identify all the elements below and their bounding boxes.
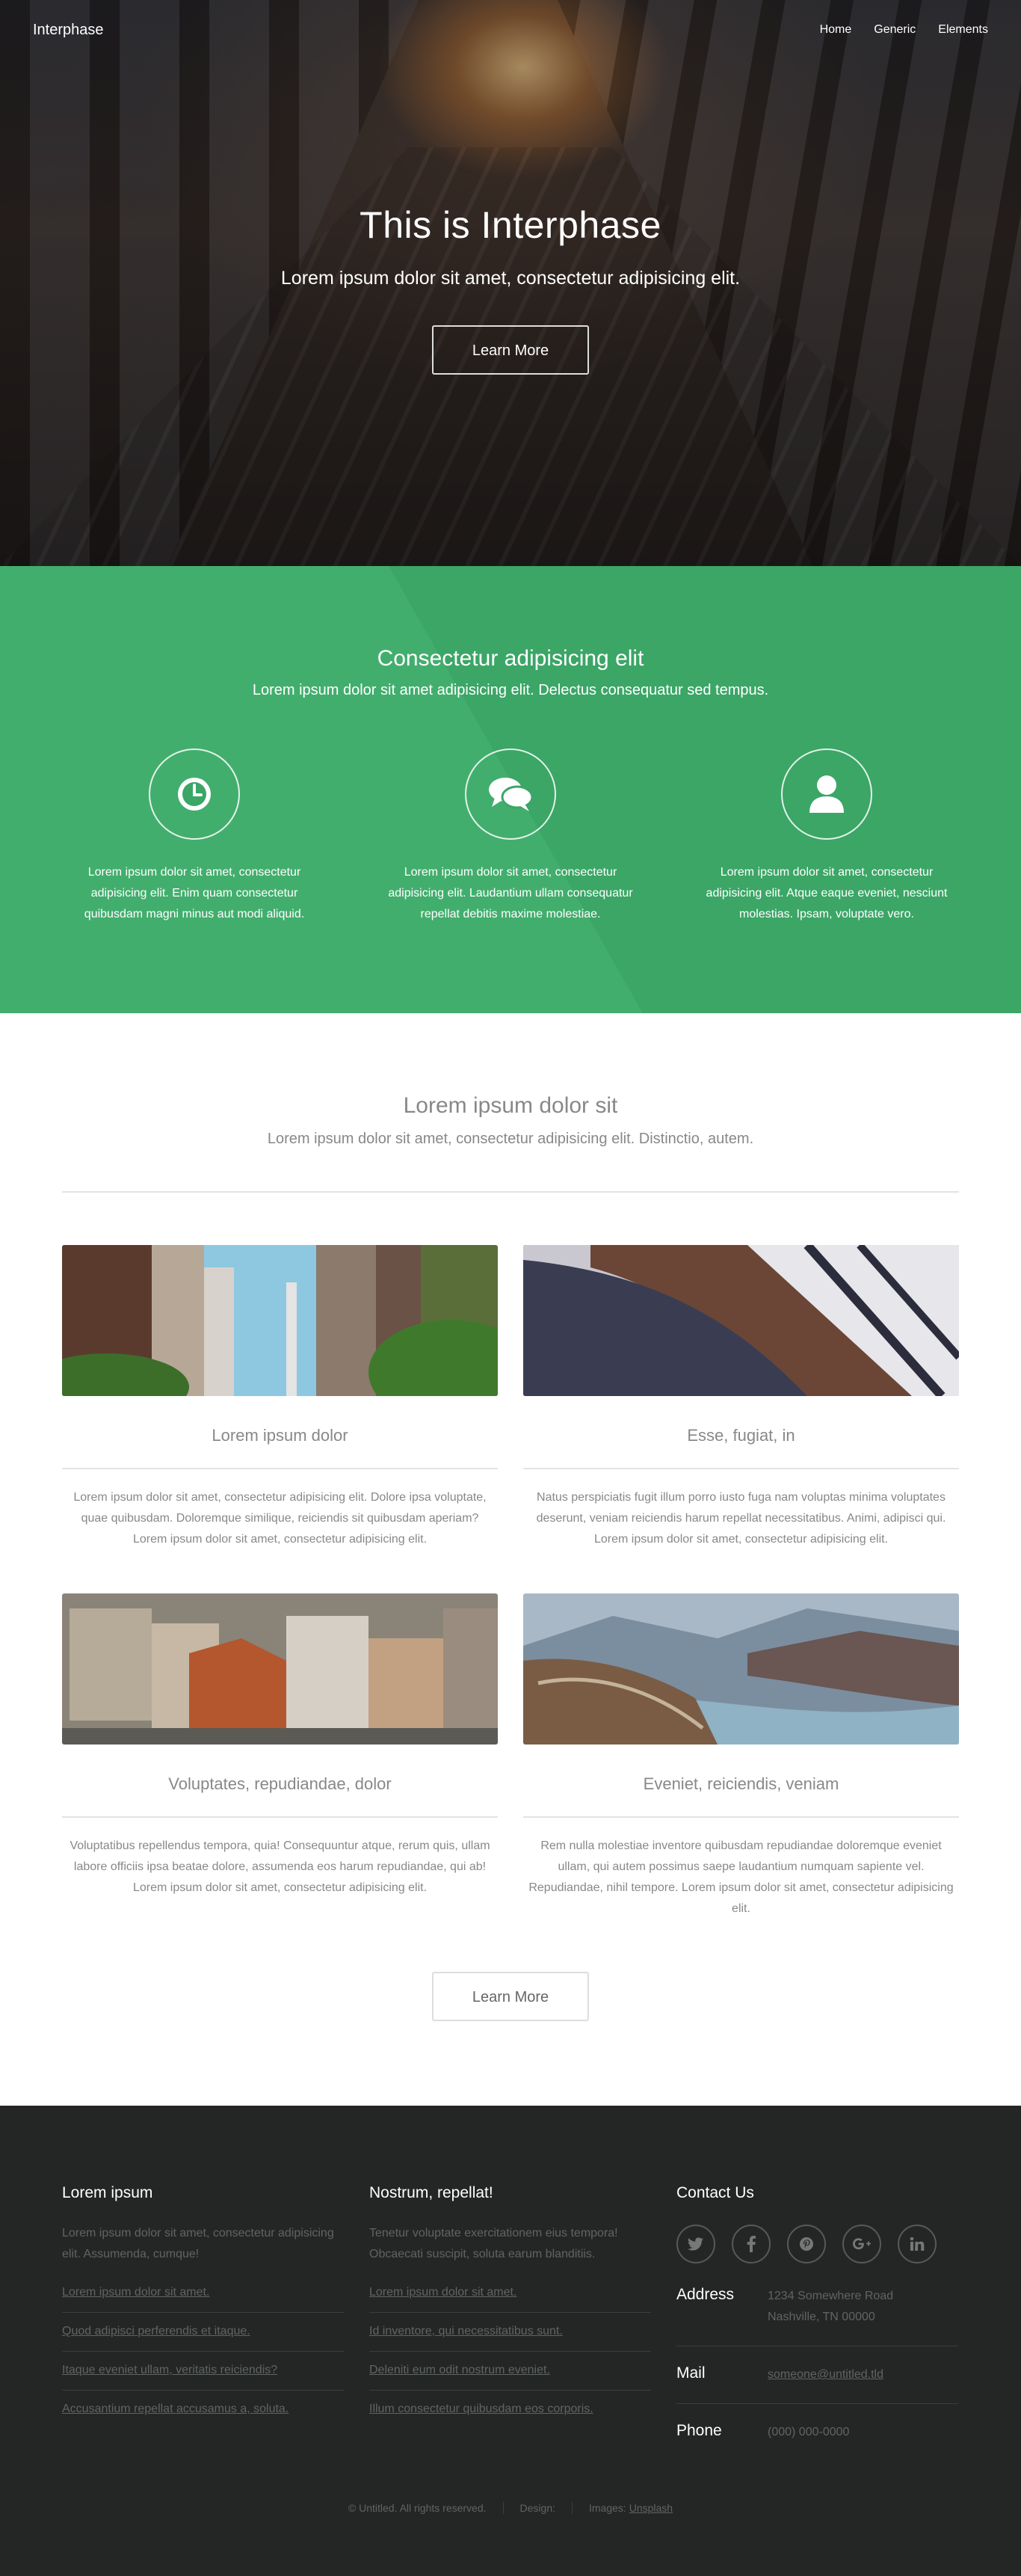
footer-link[interactable]: Illum consectetur quibusdam eos corporis…	[369, 2403, 593, 2415]
footer-link[interactable]: Id inventore, qui necessitatibus sunt.	[369, 2325, 563, 2337]
copyright: © Untitled. All rights reserved. Design:…	[0, 2502, 1021, 2514]
post-text: Natus perspiciatis fugit illum porro ius…	[536, 1491, 946, 1546]
footer-link[interactable]: Lorem ipsum dolor sit amet.	[369, 2286, 516, 2299]
post-text: Voluptatibus repellendus tempora, quia! …	[70, 1839, 490, 1894]
address-label: Address	[676, 2286, 735, 2303]
footer-link[interactable]: Deleniti eum odit nostrum eveniet.	[369, 2364, 550, 2376]
footer-text: Tenetur voluptate exercitationem eius te…	[369, 2227, 618, 2260]
feature-item: Lorem ipsum dolor sit amet, consectetur …	[71, 748, 318, 925]
feature-text: Lorem ipsum dolor sit amet, consectetur …	[388, 866, 633, 920]
features-subtitle: Lorem ipsum dolor sit amet adipisicing e…	[252, 682, 769, 698]
divider	[62, 1191, 959, 1193]
design-credit: Design:	[502, 2502, 572, 2514]
feature-text: Lorem ipsum dolor sit amet, consectetur …	[84, 866, 305, 920]
social-links	[676, 2225, 958, 2263]
footer-col-1: Lorem ipsum Lorem ipsum dolor sit amet, …	[62, 2184, 344, 2461]
user-icon	[781, 748, 872, 840]
comments-icon	[465, 748, 556, 840]
phone-value: (000) 000-0000	[768, 2426, 850, 2438]
footer-col-3: Contact Us Address 1234 Somewhere Road N…	[676, 2184, 958, 2461]
post-text: Lorem ipsum dolor sit amet, consectetur …	[73, 1491, 487, 1546]
post-image-city[interactable]	[62, 1245, 498, 1396]
footer-link[interactable]: Accusantium repellat accusamus a, soluta…	[62, 2403, 289, 2415]
site-footer: Lorem ipsum Lorem ipsum dolor sit amet, …	[0, 2106, 1021, 2576]
main-nav: Home Generic Elements	[820, 23, 988, 37]
feature-text: Lorem ipsum dolor sit amet, consectetur …	[706, 866, 948, 920]
google-plus-icon[interactable]	[842, 2225, 881, 2263]
contact-info: Address 1234 Somewhere Road Nashville, T…	[676, 2286, 958, 2461]
posts-subtitle: Lorem ipsum dolor sit amet, consectetur …	[267, 1131, 754, 1147]
features-list: Lorem ipsum dolor sit amet, consectetur …	[0, 748, 1021, 925]
post-image-houses[interactable]	[62, 1593, 498, 1745]
feature-item: Lorem ipsum dolor sit amet, consectetur …	[387, 748, 634, 925]
copyright-text: © Untitled. All rights reserved.	[348, 2502, 487, 2514]
banner: Interphase Home Generic Elements This is…	[0, 0, 1021, 566]
pinterest-icon[interactable]	[787, 2225, 826, 2263]
nav-generic[interactable]: Generic	[874, 23, 916, 37]
phone-label: Phone	[676, 2422, 722, 2439]
nav-elements[interactable]: Elements	[938, 23, 988, 37]
post-card: Voluptates, repudiandae, dolor Voluptati…	[62, 1593, 498, 1919]
features-section: Consectetur adipisicing elit Lorem ipsum…	[0, 566, 1021, 1013]
facebook-icon[interactable]	[732, 2225, 771, 2263]
post-title: Esse, fugiat, in	[687, 1426, 795, 1445]
post-title: Voluptates, repudiandae, dolor	[168, 1774, 392, 1793]
post-title: Eveniet, reiciendis, veniam	[643, 1774, 839, 1793]
linkedin-icon[interactable]	[898, 2225, 937, 2263]
footer-col-2: Nostrum, repellat! Tenetur voluptate exe…	[369, 2184, 651, 2461]
site-logo[interactable]: Interphase	[33, 22, 104, 39]
learn-more-button[interactable]: Learn More	[432, 325, 589, 375]
post-image-mountains[interactable]	[523, 1593, 959, 1745]
unsplash-link[interactable]: Unsplash	[629, 2502, 673, 2514]
footer-links: Lorem ipsum dolor sit amet. Quod adipisc…	[62, 2286, 344, 2429]
post-title: Lorem ipsum dolor	[212, 1426, 348, 1445]
site-header: Interphase Home Generic Elements	[0, 0, 1021, 60]
banner-lead: Lorem ipsum dolor sit amet, consectetur …	[280, 268, 741, 289]
features-title: Consectetur adipisicing elit	[377, 646, 644, 671]
footer-text: Lorem ipsum dolor sit amet, consectetur …	[62, 2227, 334, 2260]
post-image-library[interactable]	[523, 1245, 959, 1396]
address-value: 1234 Somewhere Road Nashville, TN 00000	[768, 2290, 894, 2323]
feature-item: Lorem ipsum dolor sit amet, consectetur …	[703, 748, 950, 925]
posts-section: Lorem ipsum dolor sit Lorem ipsum dolor …	[0, 1013, 1021, 2106]
post-card: Eveniet, reiciendis, veniam Rem nulla mo…	[523, 1593, 959, 1919]
footer-heading: Contact Us	[676, 2184, 754, 2201]
twitter-icon[interactable]	[676, 2225, 715, 2263]
footer-link[interactable]: Itaque eveniet ullam, veritatis reiciend…	[62, 2364, 277, 2376]
banner-title: This is Interphase	[360, 204, 661, 246]
footer-heading: Lorem ipsum	[62, 2184, 153, 2201]
nav-home[interactable]: Home	[820, 23, 852, 37]
clock-icon	[149, 748, 240, 840]
footer-link[interactable]: Quod adipisci perferendis et itaque.	[62, 2325, 250, 2337]
learn-more-button-2[interactable]: Learn More	[432, 1972, 589, 2021]
footer-heading: Nostrum, repellat!	[369, 2184, 493, 2201]
post-card: Esse, fugiat, in Natus perspiciatis fugi…	[523, 1245, 959, 1550]
mail-link[interactable]: someone@untitled.tld	[768, 2368, 883, 2381]
post-card: Lorem ipsum dolor Lorem ipsum dolor sit …	[62, 1245, 498, 1550]
images-credit: Images: Unsplash	[572, 2502, 689, 2514]
footer-links: Lorem ipsum dolor sit amet. Id inventore…	[369, 2286, 651, 2429]
posts-title: Lorem ipsum dolor sit	[403, 1093, 618, 1118]
footer-link[interactable]: Lorem ipsum dolor sit amet.	[62, 2286, 209, 2299]
mail-label: Mail	[676, 2364, 706, 2382]
posts-grid: Lorem ipsum dolor Lorem ipsum dolor sit …	[0, 1245, 1021, 1963]
post-text: Rem nulla molestiae inventore quibusdam …	[528, 1839, 954, 1915]
